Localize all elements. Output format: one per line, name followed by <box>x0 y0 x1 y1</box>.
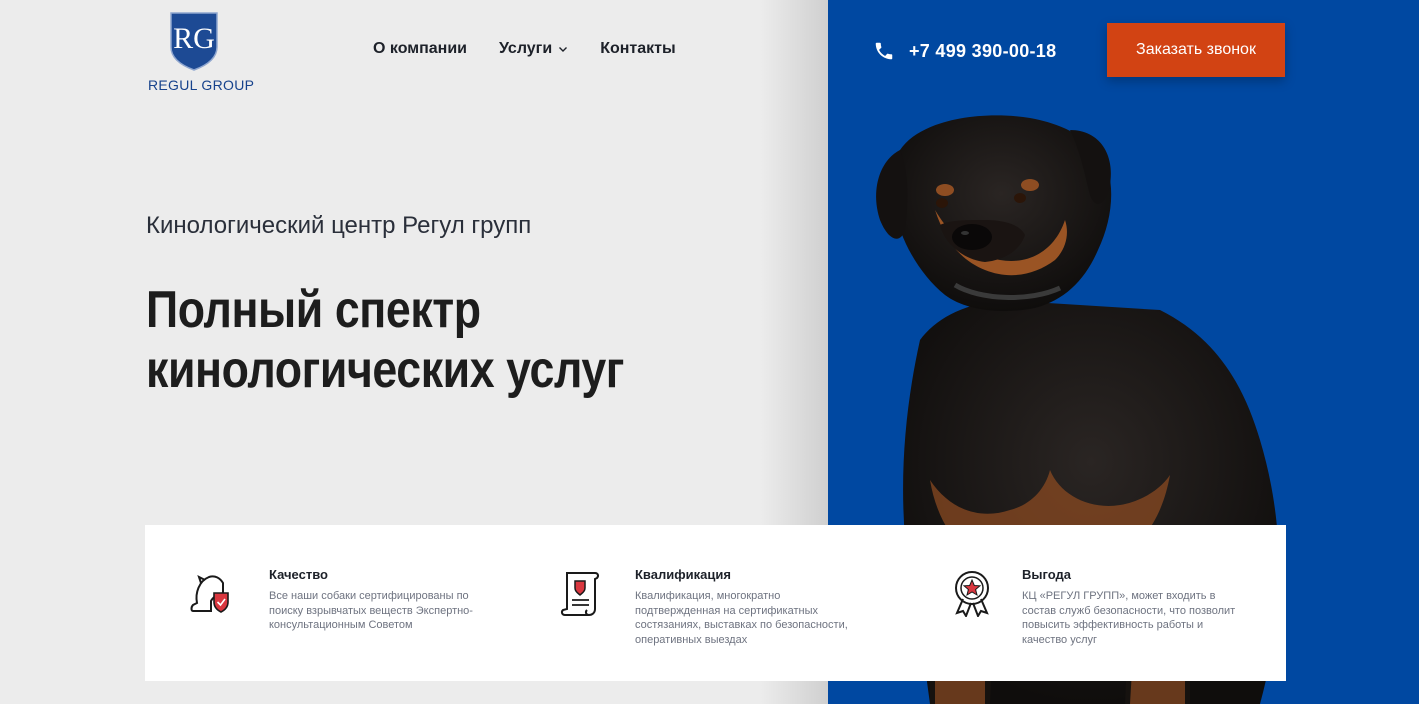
features-panel: Качество Все наши собаки сертифицированы… <box>145 525 1286 681</box>
nav-item-label: Контакты <box>600 40 676 57</box>
feature-text: Квалификация, многократно подтвержденная… <box>635 590 848 646</box>
feature-title: Выгода <box>1022 567 1071 582</box>
nav-item-contacts[interactable]: Контакты <box>600 40 675 58</box>
hero-title-line1: Полный спектр <box>146 281 481 339</box>
logo-text: REGUL GROUP <box>148 77 255 93</box>
feature-quality: Качество Все наши собаки сертифицированы… <box>145 525 525 681</box>
logo-shield-icon: RG <box>170 12 218 71</box>
main-nav: О компании Услуги Контакты <box>373 40 676 58</box>
dog-shield-icon <box>190 575 229 613</box>
nav-item-services[interactable]: Услуги <box>499 40 568 58</box>
hero-subtitle: Кинологический центр Регул групп <box>146 212 532 239</box>
nav-item-label: Услуги <box>498 40 553 57</box>
feature-title: Качество <box>269 567 328 582</box>
feature-title: Квалификация <box>635 567 731 582</box>
phone-link[interactable]: +7 499 390-00-18 <box>873 40 1056 62</box>
hero-title-line2: кинологических услуг <box>146 341 624 399</box>
phone-number: +7 499 390-00-18 <box>909 40 1057 61</box>
hero-title: Полный спектр кинологических услуг <box>146 280 624 400</box>
feature-text: КЦ «РЕГУЛ ГРУПП», может входить в состав… <box>1022 590 1236 646</box>
logo-initials: RG <box>173 22 215 55</box>
certificate-scroll-icon <box>560 572 600 616</box>
chevron-down-icon <box>559 47 568 52</box>
nav-item-about[interactable]: О компании <box>373 40 467 58</box>
phone-icon <box>875 42 893 60</box>
award-medal-icon <box>955 571 989 617</box>
feature-qualification: Квалификация Квалификация, многократно п… <box>525 525 905 681</box>
request-call-button[interactable]: Заказать звонок <box>1107 23 1285 77</box>
feature-benefit: Выгода КЦ «РЕГУЛ ГРУПП», может входить в… <box>905 525 1286 681</box>
logo[interactable]: RG REGUL GROUP <box>148 11 254 95</box>
nav-item-label: О компании <box>373 40 467 57</box>
feature-text: Все наши собаки сертифицированы по поиск… <box>269 590 473 631</box>
